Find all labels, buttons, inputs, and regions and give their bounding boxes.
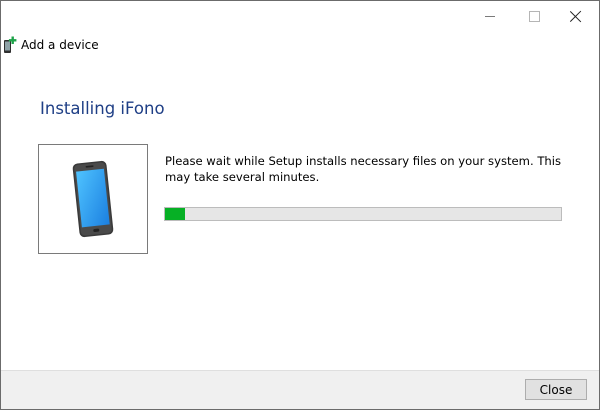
wizard-header: Add a device: [3, 35, 99, 55]
status-message: Please wait while Setup installs necessa…: [165, 154, 562, 184]
phone-icon: [72, 160, 114, 238]
maximize-button[interactable]: [511, 1, 557, 31]
progress-fill: [165, 208, 185, 220]
page-heading: Installing iFono: [40, 99, 165, 118]
device-image-frame: [38, 144, 148, 254]
maximize-icon: [528, 10, 540, 22]
close-icon: [570, 10, 582, 22]
minimize-icon: [485, 16, 495, 17]
minimize-button[interactable]: [467, 1, 513, 31]
install-progress-bar: [164, 207, 562, 221]
window-close-button[interactable]: [553, 1, 599, 31]
close-button[interactable]: Close: [525, 379, 587, 400]
wizard-title: Add a device: [21, 38, 99, 52]
add-device-window: Add a device Installing iFono Please wai…: [0, 0, 600, 410]
footer-bar: Close: [1, 370, 599, 409]
add-device-icon: [4, 36, 17, 53]
